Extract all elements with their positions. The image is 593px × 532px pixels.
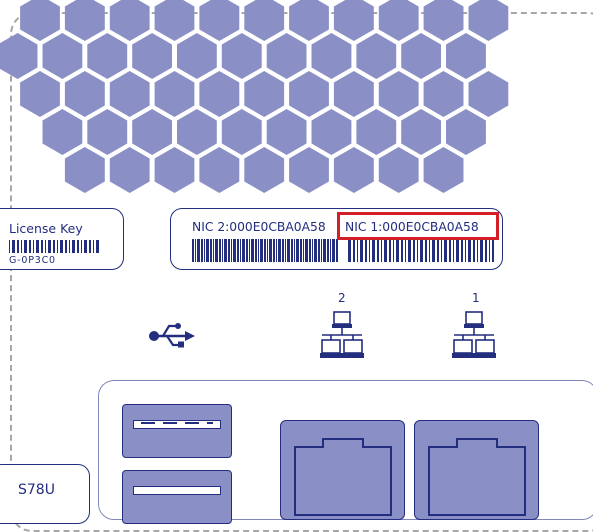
license-key-title: License Key bbox=[9, 221, 83, 236]
nic1-highlight-box bbox=[337, 212, 499, 240]
ethernet-port-2 bbox=[280, 420, 405, 520]
vent-hexagon bbox=[109, 147, 150, 193]
vent-hexagon bbox=[446, 109, 486, 155]
vent-hexagon bbox=[64, 147, 105, 193]
vent-hexagon bbox=[177, 33, 217, 79]
vent-hexagon bbox=[333, 147, 374, 193]
vent-hexagon bbox=[356, 109, 397, 155]
vent-hexagon bbox=[154, 0, 195, 41]
usb-icon bbox=[149, 323, 195, 348]
vent-hexagon bbox=[177, 109, 217, 155]
vent-hexagon bbox=[333, 0, 374, 41]
vent-hexagon bbox=[266, 109, 307, 155]
vent-hexagon bbox=[109, 71, 150, 117]
model-sticker: S78U bbox=[0, 464, 90, 524]
network-icon bbox=[320, 311, 364, 358]
vent-hexagon bbox=[289, 0, 329, 41]
vent-hexagon bbox=[20, 71, 60, 117]
vent-hexagon bbox=[199, 71, 240, 117]
port1-number: 1 bbox=[472, 291, 480, 305]
ethernet-port-1 bbox=[414, 420, 539, 520]
port2-number: 2 bbox=[338, 291, 346, 305]
vent-hexagon bbox=[221, 33, 262, 79]
vent-hexagon bbox=[64, 0, 105, 41]
vent-hexagon bbox=[333, 71, 374, 117]
vent-hexagon bbox=[401, 109, 441, 155]
vent-hexagon bbox=[87, 109, 128, 155]
usb-port-lower bbox=[122, 470, 232, 524]
vent-hexagon bbox=[20, 0, 60, 41]
nic2-barcode bbox=[192, 239, 338, 262]
vent-hexagon bbox=[378, 71, 419, 117]
vent-hexagon bbox=[132, 33, 172, 79]
vent-hexagon bbox=[423, 71, 464, 117]
vent-hexagon bbox=[378, 0, 419, 41]
vent-hexagon bbox=[154, 71, 195, 117]
vent-hexagon bbox=[244, 147, 285, 193]
license-barcode bbox=[9, 240, 99, 253]
vent-hexagon bbox=[266, 33, 307, 79]
network-icon bbox=[452, 311, 496, 358]
nic1-barcode bbox=[348, 239, 494, 262]
vent-hexagon bbox=[199, 147, 240, 193]
vent-hexagon bbox=[289, 71, 329, 117]
vent-hexagon bbox=[154, 147, 195, 193]
vent-hexagon bbox=[423, 147, 464, 193]
vent-hexagon bbox=[468, 0, 509, 41]
vent-hexagon bbox=[289, 147, 329, 193]
vent-hexagon bbox=[244, 71, 285, 117]
vent-hexagon bbox=[311, 33, 352, 79]
vent-hexagon bbox=[378, 147, 419, 193]
vent-hexagon bbox=[356, 33, 397, 79]
vent-hexagon bbox=[401, 33, 441, 79]
vent-hexagon bbox=[42, 109, 83, 155]
nic2-mac-text: NIC 2:000E0CBA0A58 bbox=[192, 220, 326, 234]
vent-hexagon bbox=[468, 71, 509, 117]
vent-hexagon bbox=[244, 0, 285, 41]
vent-hexagon bbox=[423, 0, 464, 41]
device-label-illustration: License Key G-0P3C0 NIC 2:000E0CBA0A58 N… bbox=[0, 0, 593, 532]
vent-hexagon bbox=[64, 71, 105, 117]
vent-hexagon bbox=[221, 109, 262, 155]
license-key-sticker: License Key G-0P3C0 bbox=[0, 208, 124, 270]
license-key-code: G-0P3C0 bbox=[9, 255, 56, 266]
vent-hexagon bbox=[132, 109, 172, 155]
vent-hexagon bbox=[0, 33, 38, 79]
vent-hexagon bbox=[311, 109, 352, 155]
vent-hexagon bbox=[42, 33, 83, 79]
vent-hexagon bbox=[109, 0, 150, 41]
vent-hexagon bbox=[446, 33, 486, 79]
vent-hexagon bbox=[87, 33, 128, 79]
vent-hexagon bbox=[199, 0, 240, 41]
model-text: S78U bbox=[18, 482, 55, 498]
usb-port-upper bbox=[122, 404, 232, 458]
vent-grille bbox=[0, 0, 509, 193]
